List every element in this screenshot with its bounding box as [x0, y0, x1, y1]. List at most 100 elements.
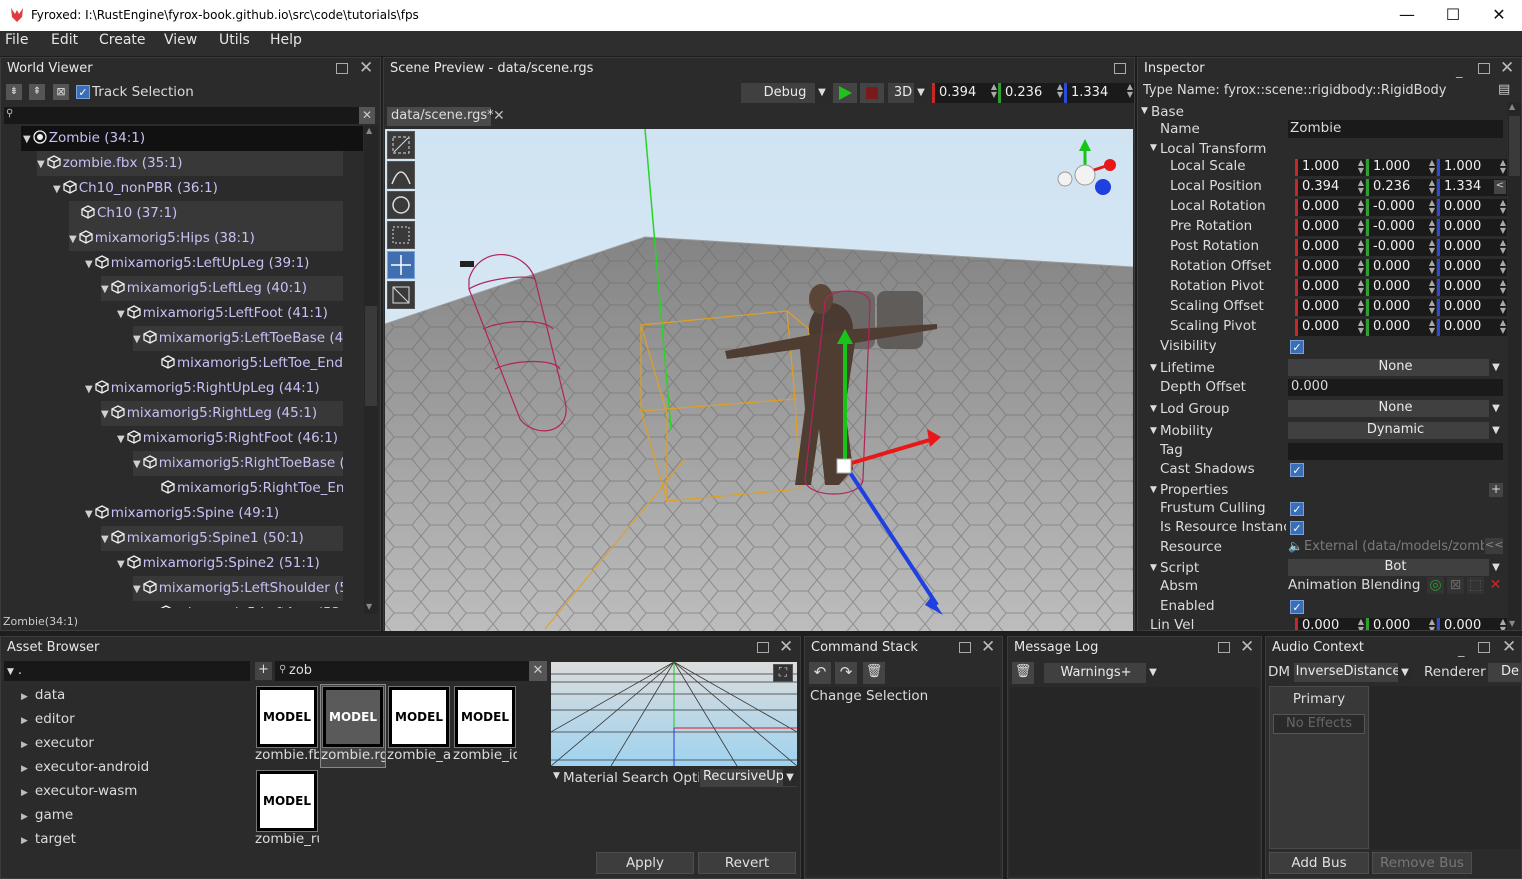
lin-vel-field-y[interactable]: 0.000 ▲ ▼ — [1366, 618, 1436, 630]
transform-field-x[interactable]: 0.000 ▲ ▼ — [1295, 239, 1365, 256]
clear-icon[interactable]: 🗑 — [863, 662, 885, 684]
close-panel-icon[interactable]: ✕ — [1500, 60, 1514, 77]
apply-button[interactable]: Apply — [596, 852, 694, 874]
minimize-button[interactable]: — — [1384, 4, 1430, 28]
tree-node[interactable]: mixamorig5:LeftToe_End (43:1) — [149, 351, 343, 376]
expand-toggle-icon[interactable]: ▼ — [101, 409, 109, 420]
mobility-select[interactable]: Dynamic ▼ — [1288, 422, 1503, 439]
play-button[interactable] — [833, 83, 857, 103]
track-selection-checkbox[interactable]: ✓ — [76, 85, 90, 99]
clear-search-icon[interactable]: ✕ — [359, 107, 375, 124]
asset-preview[interactable]: ⛶ — [551, 662, 797, 766]
transform-field-y[interactable]: -0.000 ▲ ▼ — [1366, 219, 1436, 236]
camera-y-field[interactable]: 0.236 ▲ ▼ — [998, 83, 1064, 103]
tree-node[interactable]: ▼ mixamorig5:Spine1 (50:1) — [101, 526, 343, 551]
expand-toggle-icon[interactable]: ▶ — [21, 740, 28, 750]
audio-bus[interactable]: Primary No Effects — [1269, 686, 1369, 849]
view-mode-select[interactable]: 3D ▼ — [888, 83, 928, 103]
transform-field-z[interactable]: 1.000 ▲ ▼ — [1437, 159, 1507, 176]
maximize-panel-icon[interactable] — [1478, 642, 1490, 653]
folder-item[interactable]: ▶ editor — [21, 709, 75, 729]
transform-field-y[interactable]: 0.000 ▲ ▼ — [1366, 319, 1436, 336]
tree-node[interactable]: ▼ Ch10_nonPBR (36:1) — [53, 176, 343, 201]
expand-toggle-icon[interactable]: ▶ — [21, 812, 28, 822]
transform-field-x[interactable]: 0.000 ▲ ▼ — [1295, 219, 1365, 236]
transform-field-z[interactable]: 0.000 ▲ ▼ — [1437, 239, 1507, 256]
transform-field-x[interactable]: 0.000 ▲ ▼ — [1295, 259, 1365, 276]
expand-all-icon[interactable]: ⇞ — [29, 84, 45, 100]
maximize-panel-icon[interactable] — [1218, 642, 1230, 653]
asset-item[interactable]: MODELzombie_idle — [453, 685, 517, 767]
expand-toggle-icon[interactable]: ▼ — [133, 334, 141, 345]
expand-toggle-icon[interactable]: ▼ — [101, 534, 109, 545]
select-tool-button[interactable] — [387, 131, 415, 159]
asset-item[interactable]: MODELzombie.fbx — [255, 685, 319, 767]
folder-item[interactable]: ▶ executor — [21, 733, 94, 753]
cast-shadows-checkbox[interactable]: ✓ — [1290, 463, 1304, 477]
expand-toggle-icon[interactable]: ▼ — [1150, 363, 1157, 373]
docs-icon[interactable]: ▤ — [1498, 82, 1516, 100]
minimize-panel-icon[interactable]: _ — [1456, 64, 1463, 79]
transform-field-z[interactable]: 0.000 ▲ ▼ — [1437, 319, 1507, 336]
remove-bus-button[interactable]: Remove Bus — [1372, 852, 1472, 874]
transform-field-y[interactable]: -0.000 ▲ ▼ — [1366, 199, 1436, 216]
expand-toggle-icon[interactable]: ▼ — [23, 134, 31, 145]
fit-view-icon[interactable]: ⛶ — [773, 664, 793, 682]
lod-group-select[interactable]: None ▼ — [1288, 400, 1503, 417]
transform-field-x[interactable]: 0.000 ▲ ▼ — [1295, 319, 1365, 336]
clear-icon[interactable]: ✕ — [1487, 577, 1504, 594]
tree-node[interactable]: ▼ mixamorig5:RightFoot (46:1) — [117, 426, 343, 451]
asset-item[interactable]: MODELzombie_anim — [387, 685, 451, 767]
revert-resource-button[interactable]: << — [1485, 538, 1503, 554]
transform-field-z[interactable]: 0.000 ▲ ▼ — [1437, 279, 1507, 296]
tree-node[interactable]: Ch10 (37:1) — [69, 201, 343, 226]
expand-toggle-icon[interactable]: ▼ — [1150, 143, 1157, 153]
menu-utils[interactable]: Utils — [219, 32, 250, 48]
resource-instance-checkbox[interactable]: ✓ — [1290, 521, 1304, 535]
transform-field-y[interactable]: 1.000 ▲ ▼ — [1366, 159, 1436, 176]
expand-toggle-icon[interactable]: ▼ — [117, 309, 125, 320]
close-panel-icon[interactable]: ✕ — [779, 639, 793, 656]
expand-toggle-icon[interactable]: ▼ — [37, 159, 45, 170]
expand-toggle-icon[interactable]: ▼ — [85, 509, 93, 520]
expand-toggle-icon[interactable]: ▶ — [21, 836, 28, 846]
asset-item[interactable]: MODELzombie_run — [255, 769, 319, 851]
folder-item[interactable]: ▶ executor-wasm — [21, 781, 137, 801]
tree-node[interactable]: ▼ Zombie (34:1) — [21, 126, 363, 151]
tree-node[interactable]: ▼ mixamorig5:RightLeg (45:1) — [101, 401, 343, 426]
folder-root[interactable]: ▼. — [4, 661, 250, 681]
expand-toggle-icon[interactable]: ▼ — [1150, 404, 1157, 414]
enabled-checkbox[interactable]: ✓ — [1290, 600, 1304, 614]
tree-node[interactable]: ▼ mixamorig5:LeftToeBase (42:1) — [133, 326, 343, 351]
tree-scrollbar[interactable]: ▲ ▼ — [364, 126, 378, 614]
transform-field-z[interactable]: 0.000 ▲ ▼ — [1437, 299, 1507, 316]
camera-x-field[interactable]: 0.394 ▲ ▼ — [932, 83, 998, 103]
tag-field[interactable] — [1288, 443, 1503, 460]
expand-toggle-icon[interactable]: ▶ — [21, 764, 28, 774]
expand-toggle-icon[interactable]: ▼ — [53, 184, 61, 195]
expand-toggle-icon[interactable]: ▼ — [85, 384, 93, 395]
menu-edit[interactable]: Edit — [51, 32, 78, 48]
transform-field-y[interactable]: 0.000 ▲ ▼ — [1366, 259, 1436, 276]
transform-field-z[interactable]: 0.000 ▲ ▼ — [1437, 259, 1507, 276]
script-select[interactable]: Bot ▼ — [1288, 559, 1503, 576]
tree-node[interactable]: ▼ mixamorig5:RightToeBase (47:1) — [133, 451, 343, 476]
tree-node[interactable]: ▼ mixamorig5:Spine (49:1) — [85, 501, 343, 526]
expand-toggle-icon[interactable]: ▶ — [21, 692, 28, 702]
close-panel-icon[interactable]: ✕ — [981, 639, 995, 656]
expand-toggle-icon[interactable]: ▼ — [133, 584, 141, 595]
distance-model-select[interactable]: InverseDistance ▼ — [1294, 663, 1412, 682]
clear-search-icon[interactable]: ✕ — [529, 661, 547, 681]
tree-node[interactable]: ▼ zombie.fbx (35:1) — [37, 151, 343, 176]
expand-toggle-icon[interactable]: ▼ — [101, 284, 109, 295]
folder-item[interactable]: ▶ executor-android — [21, 757, 149, 777]
maximize-panel-icon[interactable] — [1478, 63, 1490, 74]
world-search-input[interactable] — [4, 107, 360, 124]
tree-node[interactable]: ▼ mixamorig5:LeftLeg (40:1) — [101, 276, 343, 301]
maximize-panel-icon[interactable] — [336, 63, 348, 74]
expand-toggle-icon[interactable]: ▼ — [1150, 563, 1157, 573]
material-search-select[interactable]: RecursiveUp ▼ — [700, 769, 797, 787]
transform-field-y[interactable]: 0.000 ▲ ▼ — [1366, 299, 1436, 316]
tree-node[interactable]: ▼ mixamorig5:Spine2 (51:1) — [117, 551, 343, 576]
log-filter-select[interactable]: Warnings+ ▼ — [1044, 663, 1160, 683]
